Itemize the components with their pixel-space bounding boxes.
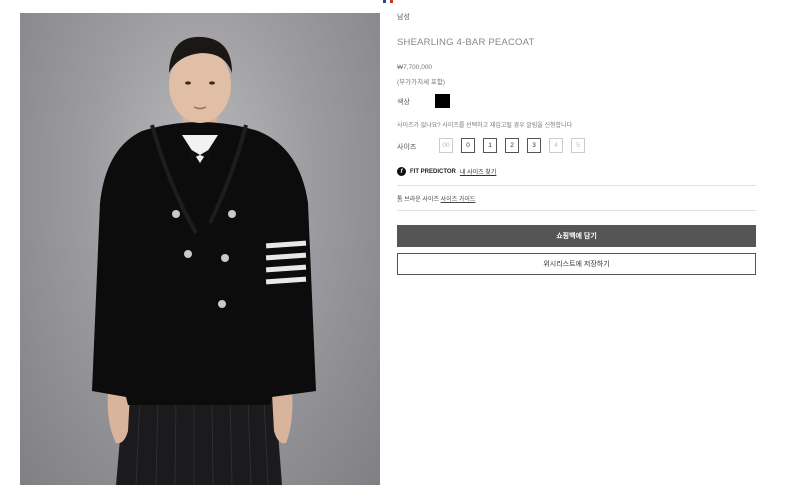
size-guide-link[interactable]: 사이즈 가이드 xyxy=(441,197,476,203)
size-guide-row: 톰 브라운 사이즈 사이즈 가이드 xyxy=(397,194,475,203)
divider xyxy=(397,210,756,211)
product-price: ₩7,700,000 xyxy=(397,64,433,71)
color-label: 색상 xyxy=(397,99,410,106)
color-swatch-black[interactable] xyxy=(435,94,450,108)
size-option-5[interactable]: 5 xyxy=(571,138,585,153)
size-option-1[interactable]: 1 xyxy=(483,138,497,153)
add-to-cart-button[interactable]: 쇼핑백에 담기 xyxy=(397,225,756,247)
add-to-wishlist-button[interactable]: 위시리스트에 저장하기 xyxy=(397,253,756,275)
product-title: SHEARLING 4-BAR PEACOAT xyxy=(397,37,535,48)
brand-flag-mark xyxy=(383,0,393,3)
size-option-3[interactable]: 3 xyxy=(527,138,541,153)
product-category: 남성 xyxy=(397,14,410,21)
size-option-4[interactable]: 4 xyxy=(549,138,563,153)
fit-predictor-title: FIT PREDICTOR xyxy=(410,168,456,175)
peacoat-model-photo xyxy=(92,36,316,485)
size-option-0[interactable]: 0 xyxy=(461,138,475,153)
divider xyxy=(397,185,756,186)
size-restock-notice: 사이즈가 없나요? 사이즈를 선택하고 재입고될 경우 알림을 신청합니다 xyxy=(397,123,573,129)
fit-predictor: f FIT PREDICTOR 내 사이즈 찾기 xyxy=(397,167,496,176)
find-my-size-link[interactable]: 내 사이즈 찾기 xyxy=(460,167,496,176)
size-option-00[interactable]: 00 xyxy=(439,138,453,153)
size-option-2[interactable]: 2 xyxy=(505,138,519,153)
size-label: 사이즈 xyxy=(397,144,417,151)
size-guide-prefix: 톰 브라운 사이즈 xyxy=(397,197,439,203)
fit-predictor-icon: f xyxy=(397,167,406,176)
vat-note: (부가가치세 포함) xyxy=(397,79,445,86)
product-image[interactable] xyxy=(20,13,380,485)
size-options: 00 0 1 2 3 4 5 xyxy=(439,138,585,153)
flag-stripe-red xyxy=(389,0,393,3)
